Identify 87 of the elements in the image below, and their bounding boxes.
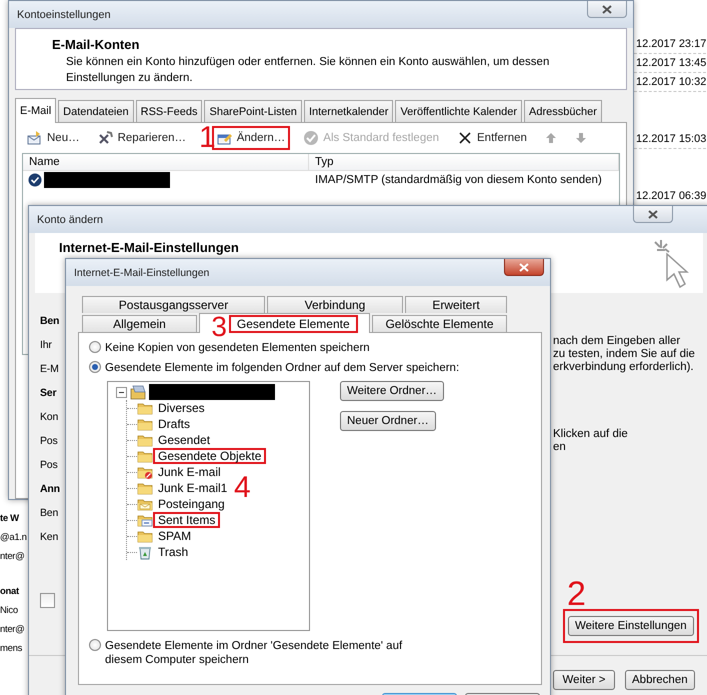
- window-title: Konto ändern: [36, 213, 104, 226]
- step-number: 4: [234, 474, 251, 502]
- cut-off-text: Ken: [40, 530, 60, 545]
- window-title: Internet-E-Mail-Einstellungen: [73, 266, 210, 279]
- tree-item[interactable]: Posteingang: [153, 496, 230, 512]
- folder-button[interactable]: Weitere Ordner…: [340, 381, 444, 401]
- tab[interactable]: Adressbücher: [524, 100, 602, 122]
- tree-item[interactable]: SPAM: [153, 528, 196, 544]
- folder-button[interactable]: Neuer Ordner…: [340, 411, 436, 431]
- tab[interactable]: Gelöschte Elemente: [372, 315, 507, 332]
- close-button[interactable]: [587, 1, 627, 18]
- cut-off-text: Ben: [40, 506, 60, 521]
- description-text: Sie können ein Konto hinzufügen oder entfernen. Sie können ein Konto auswählen, um dessen Einstellungen zu ändern.: [65, 55, 550, 86]
- column-header[interactable]: Name: [23, 154, 309, 170]
- step-number: 2: [567, 579, 586, 609]
- trash-icon: [137, 544, 153, 560]
- arrow-up-icon: [544, 132, 557, 144]
- cut-off-text: E-M: [40, 362, 60, 377]
- tab[interactable]: Veröffentlichte Kalender: [395, 100, 522, 122]
- tab[interactable]: Erweitert: [405, 296, 507, 313]
- tree-item[interactable]: Drafts: [153, 416, 196, 432]
- cut-off-text: mens: [0, 642, 24, 656]
- section-heading: Internet-E-Mail-Einstellungen: [59, 239, 239, 255]
- close-icon: [602, 4, 612, 14]
- cut-off-text: onat: [0, 585, 20, 599]
- toolbar-button[interactable]: Neu…: [22, 126, 85, 150]
- dialog-button[interactable]: Weiter >: [553, 670, 615, 690]
- tools-icon: [98, 130, 114, 146]
- cut-off-text: Ihr: [40, 338, 53, 353]
- section-heading: E-Mail-Konten: [52, 37, 140, 52]
- table-cell-text: IMAP/SMTP (standardmäßig von diesem Konto senden): [314, 174, 603, 186]
- option-label: Gesendete Elemente im folgenden Ordner auf dem Server speichern:: [105, 361, 460, 375]
- cut-off-text: erkverbindung erforderlich).: [553, 361, 695, 374]
- tree-item[interactable]: Junk E-mail1: [153, 480, 232, 496]
- cut-off-text: Ben: [40, 314, 60, 329]
- cut-off-text: nter@: [0, 550, 26, 564]
- arrow-down-icon: [574, 132, 587, 144]
- column-header[interactable]: Typ: [309, 154, 619, 170]
- tab[interactable]: RSS-Feeds: [136, 100, 202, 122]
- tab[interactable]: Internetkalender: [304, 100, 394, 122]
- cut-off-text: Pos: [40, 458, 58, 473]
- toolbar-button[interactable]: Ändern…: [212, 126, 290, 150]
- mailbox-icon: [129, 384, 147, 400]
- tree-item[interactable]: Sent Items: [153, 512, 220, 528]
- close-icon: [457, 130, 474, 146]
- cut-off-text: zu testen, indem Sie auf die: [553, 348, 696, 361]
- tab[interactable]: E-Mail: [15, 98, 56, 123]
- close-button[interactable]: [633, 206, 673, 223]
- account-icon: [28, 173, 42, 187]
- tab[interactable]: Datendateien: [58, 100, 134, 122]
- cut-off-text: nach dem Eingeben aller: [553, 335, 682, 348]
- cut-off-text: Klicken auf die: [553, 428, 629, 441]
- checkbox[interactable]: [40, 593, 55, 608]
- tab[interactable]: SharePoint-Listen: [204, 100, 302, 122]
- tab[interactable]: Verbindung: [267, 296, 403, 313]
- window-title: Kontoeinstellungen: [16, 8, 111, 21]
- tree-item[interactable]: Junk E-mail: [153, 464, 226, 480]
- option-label: Gesendete Elemente im Ordner 'Gesendete Elemente' auf diesem Computer speichern: [105, 639, 404, 667]
- tree-item[interactable]: Trash: [153, 544, 194, 560]
- cut-off-text: Ser: [40, 386, 58, 401]
- toolbar-button[interactable]: Entfernen: [452, 126, 532, 150]
- radio-button[interactable]: [89, 639, 101, 651]
- more-settings-button[interactable]: Weitere Einstellungen: [568, 616, 694, 636]
- cut-off-text: te W: [0, 512, 20, 526]
- cut-off-text: Ann: [40, 482, 61, 497]
- option-label: Keine Kopien von gesendeten Elementen speichern: [105, 341, 370, 355]
- collapse-toggle[interactable]: [116, 386, 127, 398]
- tree-item[interactable]: Gesendete Objekte: [153, 448, 266, 464]
- radio-button[interactable]: [89, 361, 101, 373]
- close-button[interactable]: [504, 259, 544, 276]
- tab[interactable]: Postausgangsserver: [82, 296, 265, 313]
- cut-off-text: @a1.n: [0, 531, 28, 545]
- tab[interactable]: Allgemein: [82, 315, 197, 332]
- cut-off-text: Nico: [0, 604, 19, 618]
- close-icon: [648, 210, 658, 218]
- new-mail-icon: [27, 130, 43, 146]
- cut-off-text: nter@: [0, 623, 26, 637]
- tree-item[interactable]: Diverses: [153, 400, 210, 416]
- close-icon: [519, 262, 529, 272]
- cut-off-text: Pos: [40, 434, 58, 449]
- cut-off-text: en: [553, 441, 567, 454]
- dialog-button[interactable]: Abbrechen: [625, 670, 695, 690]
- toolbar-button[interactable]: Reparieren…: [92, 126, 192, 150]
- radio-button[interactable]: [89, 341, 101, 353]
- tree-item[interactable]: Gesendet: [153, 432, 216, 448]
- check-circle-icon: [303, 130, 320, 146]
- cut-off-text: Kon: [40, 410, 60, 425]
